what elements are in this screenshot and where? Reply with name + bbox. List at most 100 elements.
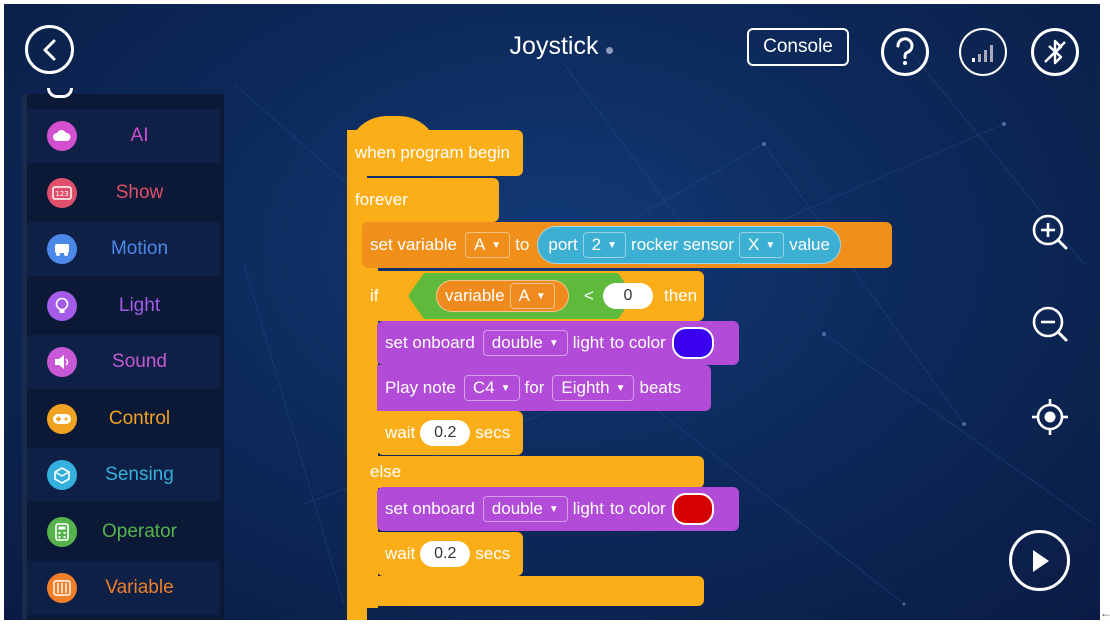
display-123-icon: 123 (47, 178, 77, 208)
category-operator[interactable]: Operator (27, 505, 220, 559)
block-label: forever (355, 190, 408, 209)
category-label: Sensing (105, 464, 174, 485)
help-icon[interactable] (881, 28, 929, 76)
title-status-dot (606, 47, 613, 54)
category-label: Light (118, 295, 161, 316)
run-icon[interactable] (1009, 530, 1070, 591)
calculator-icon (47, 517, 77, 547)
chevron-down-icon: ▼ (615, 382, 626, 394)
block-label: set onboard (385, 333, 475, 352)
resize-arrow-icon: ← (1100, 606, 1110, 620)
block-label: Play note (385, 378, 456, 397)
svg-text:123: 123 (55, 190, 68, 198)
block-label: beats (639, 378, 682, 397)
else-block[interactable]: else (362, 456, 704, 488)
block-label: secs (475, 423, 511, 442)
bluetooth-off-icon[interactable] (1031, 28, 1079, 76)
color-swatch-red[interactable] (671, 493, 714, 525)
port-dropdown[interactable]: 2 ▼ (582, 232, 627, 258)
sliders-icon (47, 573, 77, 603)
chevron-down-icon: ▼ (548, 337, 559, 349)
variable-dropdown[interactable]: A ▼ (464, 232, 511, 258)
chevron-down-icon: ▼ (491, 239, 502, 251)
category-show[interactable]: 123 Show (27, 166, 220, 220)
page-title: Joystick (509, 32, 599, 60)
category-label: AI (130, 125, 149, 146)
locate-icon[interactable] (1030, 397, 1070, 437)
block-label: to color (609, 499, 666, 518)
set-onboard-light-block[interactable]: set onboard double ▼ light to color (377, 321, 739, 365)
when-program-begin-block[interactable]: when program begin (347, 130, 523, 176)
color-swatch-blue[interactable] (671, 327, 714, 359)
category-label: Variable (105, 577, 174, 598)
block-label: light (572, 499, 604, 518)
block-label: set onboard (385, 499, 475, 518)
chevron-down-icon: ▼ (500, 382, 511, 394)
block-label: if (370, 286, 379, 305)
play-note-block[interactable]: Play note C4 ▼ for Eighth ▼ beats (377, 365, 711, 411)
category-sound[interactable]: Sound (27, 335, 220, 389)
bulb-icon (47, 291, 77, 321)
workspace[interactable]: Joystick Console AI 123 Show Motion Ligh… (4, 4, 1100, 620)
category-label: Sound (112, 351, 167, 372)
variable-reporter[interactable]: variable A ▼ (436, 280, 569, 312)
category-variable[interactable]: Variable (27, 561, 220, 615)
wait-block[interactable]: wait 0.2 secs (377, 532, 523, 576)
car-icon (47, 234, 77, 264)
category-motion[interactable]: Motion (27, 222, 220, 276)
category-label: Motion (110, 238, 169, 259)
block-label: set variable (370, 235, 457, 254)
wait-block[interactable]: wait 0.2 secs (377, 411, 523, 455)
block-label: wait (385, 423, 416, 442)
light-mode-dropdown[interactable]: double ▼ (482, 330, 568, 356)
set-variable-block[interactable]: set variable A ▼ to port 2 ▼ rocker sensor… (362, 222, 892, 268)
block-label: value (789, 235, 830, 254)
category-ai[interactable]: AI (27, 109, 220, 163)
speaker-icon (47, 347, 77, 377)
gamepad-icon (47, 404, 77, 434)
block-label: for (524, 378, 545, 397)
set-onboard-light-block[interactable]: set onboard double ▼ light to color (377, 487, 739, 531)
if-block[interactable]: if variable A ▼ < 0 then (362, 271, 704, 321)
block-label: else (370, 462, 402, 481)
block-label: secs (475, 544, 511, 563)
zoom-in-icon[interactable] (1030, 212, 1070, 252)
block-label: wait (385, 544, 416, 563)
wait-seconds-input[interactable]: 0.2 (420, 420, 471, 446)
if-else-block-footer (362, 576, 704, 606)
less-than-operator: < (584, 286, 594, 305)
block-label: then (664, 286, 698, 305)
category-control[interactable]: Control (27, 392, 220, 446)
chevron-down-icon: ▼ (765, 239, 776, 251)
block-label: rocker sensor (631, 235, 735, 254)
compare-value-input[interactable]: 0 (603, 283, 653, 309)
light-mode-dropdown[interactable]: double ▼ (482, 496, 568, 522)
variable-dropdown[interactable]: A ▼ (509, 283, 555, 309)
block-label: to color (609, 333, 666, 352)
console-button[interactable]: Console (747, 28, 849, 66)
chevron-down-icon: ▼ (535, 290, 546, 302)
signal-icon[interactable] (959, 28, 1007, 76)
rocker-sensor-reporter[interactable]: port 2 ▼ rocker sensor X ▼ value (537, 226, 841, 264)
category-light[interactable]: Light (27, 279, 220, 333)
block-label: light (572, 333, 604, 352)
note-dropdown[interactable]: C4 ▼ (463, 375, 520, 401)
block-label: to (515, 235, 530, 254)
chevron-down-icon: ▼ (607, 239, 618, 251)
category-label: Control (108, 408, 171, 429)
wait-seconds-input[interactable]: 0.2 (420, 541, 471, 567)
cloud-icon (47, 121, 77, 151)
chevron-down-icon: ▼ (548, 503, 559, 515)
zoom-out-icon[interactable] (1030, 304, 1070, 344)
category-label: Operator (102, 521, 177, 542)
cube-icon (47, 460, 77, 490)
category-sensing[interactable]: Sensing (27, 448, 220, 502)
block-label: port (548, 235, 578, 254)
block-label: when program begin (355, 143, 510, 162)
category-label: Show (115, 182, 164, 203)
beat-dropdown[interactable]: Eighth ▼ (552, 375, 635, 401)
axis-dropdown[interactable]: X ▼ (739, 232, 785, 258)
forever-block[interactable]: forever (347, 178, 499, 222)
back-arrow-icon[interactable] (25, 25, 74, 74)
block-label: variable (445, 286, 505, 305)
